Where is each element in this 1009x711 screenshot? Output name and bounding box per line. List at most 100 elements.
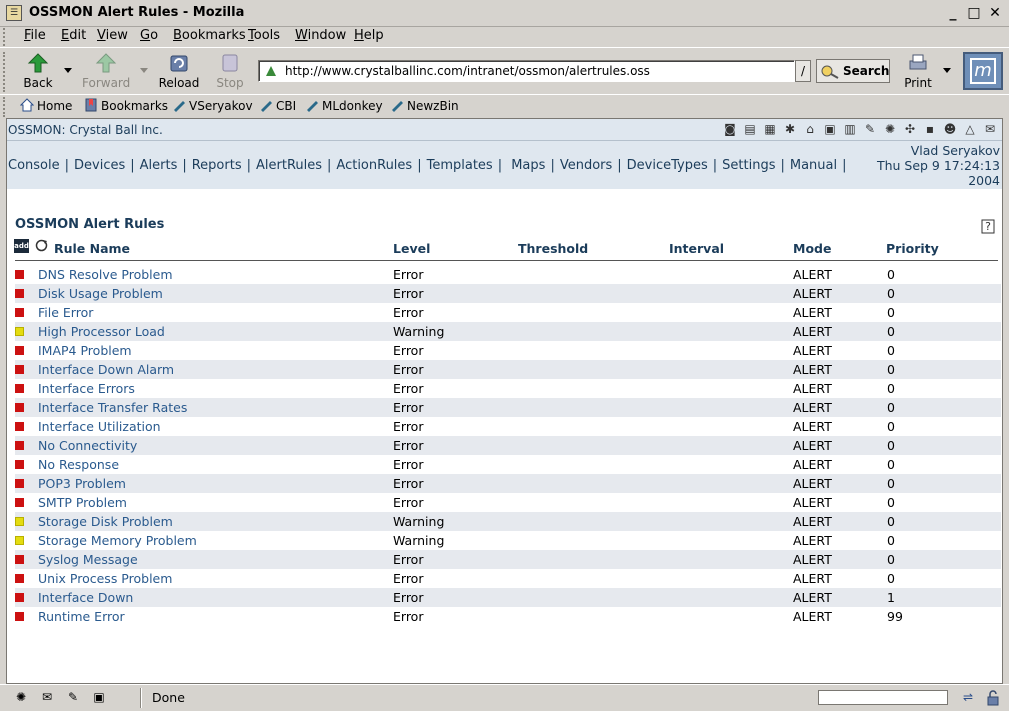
edit-icon[interactable]: ✎ [862,121,878,137]
grid-icon[interactable]: ▦ [762,121,778,137]
bookmark-link-mldonkey[interactable]: MLdonkey [305,98,383,113]
mozilla-throbber-logo[interactable]: m [963,52,1003,90]
menu-tools[interactable]: Tools [248,28,280,43]
add-rule-icon[interactable]: add [14,239,29,253]
nav-devices[interactable]: Devices [74,158,125,173]
rule-name-link[interactable]: IMAP4 Problem [38,343,132,358]
rule-name-link[interactable]: Interface Down [38,590,133,605]
nav-reports[interactable]: Reports [192,158,242,173]
reload-button[interactable]: Reload [158,52,200,90]
nav-alertrules[interactable]: AlertRules [256,158,322,173]
rule-name-link[interactable]: No Connectivity [38,438,137,453]
nav-devicetypes[interactable]: DeviceTypes [627,158,708,173]
rule-name-link[interactable]: Interface Utilization [38,419,161,434]
rule-name-link[interactable]: Disk Usage Problem [38,286,163,301]
forward-history-dropdown[interactable] [140,68,148,73]
news-icon[interactable]: ▣ [822,121,838,137]
rule-name-link[interactable]: No Response [38,457,119,472]
help-icon[interactable]: ? [981,218,997,234]
close-button[interactable]: ✕ [986,5,1004,23]
nav-console[interactable]: Console [8,158,60,173]
bookmarks-button[interactable]: Bookmarks [84,98,168,113]
menu-go[interactable]: Go [140,28,158,43]
table-row: Interface Down Alarm Error ALERT 0 [15,360,1001,379]
menu-help[interactable]: Help [354,28,384,43]
security-lock-icon[interactable] [986,690,1000,706]
bookmark-link-vseryakov[interactable]: VSeryakov [172,98,253,113]
nav-alerts[interactable]: Alerts [140,158,178,173]
maximize-button[interactable]: □ [965,5,983,23]
url-history-dropdown[interactable]: / [795,60,811,82]
home-icon[interactable]: ⌂ [802,121,818,137]
rule-level: Error [393,457,424,472]
column-header-rule-name[interactable]: Rule Name [54,241,130,256]
mail-icon[interactable]: ✉ [38,689,56,705]
mozilla-app-icon[interactable]: ☰ [6,5,22,21]
network-icon[interactable]: ✣ [902,121,918,137]
briefcase-icon[interactable]: ▪ [922,121,938,137]
menu-file[interactable]: File [24,28,46,43]
nav-maps[interactable]: Maps [511,158,545,173]
url-text[interactable]: http://www.crystalballinc.com/intranet/o… [285,64,650,78]
mail-icon[interactable]: ✉ [982,121,998,137]
bookmark-link-newzbin[interactable]: NewzBin [390,98,459,113]
rule-name-link[interactable]: SMTP Problem [38,495,127,510]
print-dropdown[interactable] [943,68,951,73]
column-header-interval[interactable]: Interval [669,241,724,256]
back-history-dropdown[interactable] [64,68,72,73]
nav-vendors[interactable]: Vendors [560,158,612,173]
rule-level: Error [393,476,424,491]
column-header-level[interactable]: Level [393,241,430,256]
camera-icon[interactable]: ◙ [722,121,738,137]
print-button[interactable]: Print [902,52,934,90]
minimize-button[interactable]: _ [944,5,962,23]
menu-bookmarks[interactable]: Bookmarks [173,28,246,43]
menu-edit[interactable]: Edit [61,28,86,43]
online-status-icon[interactable]: ⇌ [955,690,981,706]
menu-view[interactable]: View [97,28,128,43]
rule-name-link[interactable]: Unix Process Problem [38,571,172,586]
personalbar-grip[interactable] [3,97,9,117]
rule-name-link[interactable]: Interface Transfer Rates [38,400,187,415]
rule-name-link[interactable]: Runtime Error [38,609,125,624]
rule-name-link[interactable]: File Error [38,305,93,320]
users-icon[interactable]: ☻ [942,121,958,137]
refresh-icon[interactable] [34,238,49,253]
nav-manual[interactable]: Manual [790,158,837,173]
address-book-icon[interactable]: ▣ [90,689,108,705]
navigator-icon[interactable]: ✺ [12,689,30,705]
menubar-grip[interactable] [3,28,9,46]
composer-icon[interactable]: ✎ [64,689,82,705]
column-header-mode[interactable]: Mode [793,241,831,256]
forward-button[interactable]: Forward [82,52,130,90]
nav-templates[interactable]: Templates [427,158,493,173]
bookmark-link-cbi[interactable]: CBI [259,98,296,113]
window-title: OSSMON Alert Rules - Mozilla [29,5,245,20]
menu-window[interactable]: Window [295,28,346,43]
table-icon[interactable]: ▥ [842,121,858,137]
column-header-priority[interactable]: Priority [886,241,939,256]
stop-icon [222,54,238,72]
stop-button[interactable]: Stop [214,52,246,90]
rule-name-link[interactable]: Interface Errors [38,381,135,396]
tools-icon[interactable]: ✱ [782,121,798,137]
rule-name-link[interactable]: Storage Disk Problem [38,514,173,529]
book-icon[interactable]: ▤ [742,121,758,137]
rule-name-link[interactable]: Syslog Message [38,552,138,567]
navbar-grip[interactable] [3,52,9,92]
search-button[interactable]: Search [816,59,890,83]
bug-icon[interactable]: ✺ [882,121,898,137]
rule-name-link[interactable]: POP3 Problem [38,476,126,491]
rule-name-link[interactable]: DNS Resolve Problem [38,267,173,282]
nav-settings[interactable]: Settings [722,158,775,173]
rule-priority: 0 [887,381,895,396]
back-button[interactable]: Back [22,52,54,90]
url-bar[interactable]: http://www.crystalballinc.com/intranet/o… [258,60,795,82]
column-header-threshold[interactable]: Threshold [518,241,588,256]
home-button[interactable]: Home [20,98,72,113]
nav-actionrules[interactable]: ActionRules [336,158,412,173]
rule-name-link[interactable]: Interface Down Alarm [38,362,174,377]
rule-name-link[interactable]: Storage Memory Problem [38,533,197,548]
chart-icon[interactable]: △ [962,121,978,137]
rule-name-link[interactable]: High Processor Load [38,324,165,339]
